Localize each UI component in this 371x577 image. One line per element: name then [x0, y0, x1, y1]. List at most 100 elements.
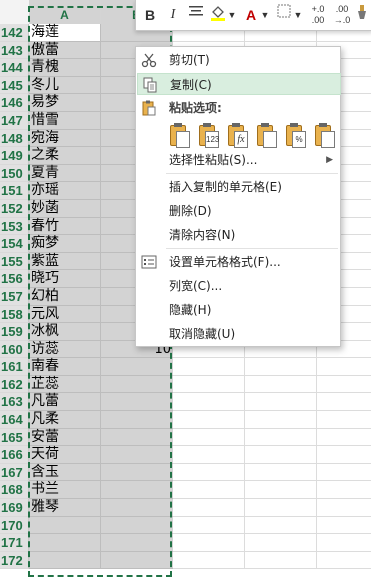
menu-item-clear-contents[interactable]: 清除内容(N) [137, 224, 341, 246]
row-header[interactable]: 158 [0, 305, 29, 324]
cell-c[interactable] [173, 375, 245, 394]
cell-b[interactable] [101, 481, 173, 500]
cell-e[interactable] [317, 376, 371, 394]
cell-c[interactable] [173, 516, 245, 535]
row-header[interactable]: 159 [0, 323, 29, 341]
cell-d[interactable] [245, 499, 317, 517]
menu-item-hide[interactable]: 隐藏(H) [137, 299, 341, 321]
italic-button[interactable]: I [165, 4, 181, 26]
cell-e[interactable] [317, 534, 371, 552]
row-header[interactable]: 156 [0, 270, 29, 288]
cell-a[interactable]: 晓巧 [29, 270, 101, 288]
row-header[interactable]: 161 [0, 358, 29, 376]
paste-formatting-icon[interactable]: % [284, 123, 308, 151]
cell-d[interactable] [245, 393, 317, 412]
cell-d[interactable] [245, 428, 317, 447]
menu-item-copy[interactable]: 复制(C) [137, 73, 341, 95]
cell-d[interactable] [245, 534, 317, 552]
row-header[interactable]: 155 [0, 252, 29, 271]
cell-b[interactable] [101, 446, 173, 464]
cell-a[interactable]: 书兰 [29, 481, 101, 500]
cell-a[interactable]: 宛海 [29, 129, 101, 148]
row-header[interactable]: 170 [0, 516, 29, 535]
cell-d[interactable] [245, 411, 317, 429]
align-center-icon[interactable] [187, 4, 205, 26]
cell-a[interactable]: 冰枫 [29, 323, 101, 341]
cell-b[interactable] [101, 393, 173, 412]
cell-d[interactable] [245, 375, 317, 394]
row-header[interactable]: 165 [0, 428, 29, 447]
cell-a[interactable]: 痴梦 [29, 235, 101, 253]
cell-c[interactable] [173, 551, 245, 570]
cell-a[interactable]: 夏青 [29, 164, 101, 183]
cell-a[interactable]: 访蕊 [29, 340, 101, 359]
cell-c[interactable] [173, 481, 245, 500]
row-header[interactable]: 167 [0, 463, 29, 482]
decrease-decimal-icon[interactable]: .00 →.0 [332, 4, 352, 26]
row-header[interactable]: 154 [0, 235, 29, 253]
cell-a[interactable]: 雅琴 [29, 499, 101, 517]
paste-formulas-icon[interactable]: fx [226, 123, 250, 151]
fill-color-icon[interactable] [209, 4, 227, 26]
menu-item-unhide[interactable]: 取消隐藏(U) [137, 323, 341, 345]
row-header[interactable]: 157 [0, 287, 29, 306]
cell-a[interactable]: 傲蕾 [29, 41, 101, 60]
cell-c[interactable] [173, 463, 245, 482]
cell-a[interactable]: 幻柏 [29, 287, 101, 306]
cell-c[interactable] [173, 534, 245, 552]
cell-a[interactable]: 元风 [29, 305, 101, 324]
row-header[interactable]: 163 [0, 393, 29, 412]
cell-d[interactable] [245, 516, 317, 535]
cell-a[interactable]: 惜雪 [29, 111, 101, 130]
cell-e[interactable] [317, 446, 371, 464]
paste-values-icon[interactable]: 123 [197, 123, 221, 151]
cell-a[interactable] [29, 534, 101, 552]
menu-item-delete[interactable]: 删除(D) [137, 200, 341, 222]
row-header[interactable]: 169 [0, 499, 29, 517]
menu-item-insert-copied-cells[interactable]: 插入复制的单元格(E) [137, 176, 341, 198]
font-color-dropdown-icon[interactable]: ▼ [260, 4, 270, 26]
cell-c[interactable] [173, 428, 245, 447]
row-header[interactable]: 162 [0, 375, 29, 394]
cell-a[interactable]: 亦瑶 [29, 182, 101, 200]
cell-c[interactable] [173, 446, 245, 464]
cell-d[interactable] [245, 463, 317, 482]
cell-a[interactable]: 易梦 [29, 94, 101, 112]
row-header[interactable]: 164 [0, 411, 29, 429]
row-header[interactable]: 148 [0, 129, 29, 148]
cell-b[interactable] [101, 499, 173, 517]
cell-a[interactable]: 海莲 [29, 24, 101, 42]
cell-a[interactable]: 冬儿 [29, 76, 101, 95]
row-header[interactable]: 153 [0, 217, 29, 236]
cell-e[interactable] [317, 464, 371, 482]
row-header[interactable]: 168 [0, 481, 29, 500]
cell-d[interactable] [245, 481, 317, 500]
cell-a[interactable]: 凡柔 [29, 411, 101, 429]
cell-d[interactable] [245, 358, 317, 376]
row-header[interactable]: 143 [0, 41, 29, 60]
paste-default-icon[interactable] [168, 123, 192, 151]
row-header[interactable]: 142 [0, 24, 29, 42]
select-all-corner[interactable] [0, 0, 30, 24]
cell-a[interactable]: 之柔 [29, 147, 101, 165]
cell-b[interactable] [101, 534, 173, 552]
borders-icon[interactable] [275, 4, 293, 26]
format-painter-icon[interactable] [354, 4, 370, 26]
cell-b[interactable] [101, 463, 173, 482]
column-header-a[interactable]: A [29, 0, 101, 24]
cell-a[interactable]: 安蕾 [29, 428, 101, 447]
cell-b[interactable] [101, 411, 173, 429]
row-header[interactable]: 145 [0, 76, 29, 95]
menu-item-format-cells[interactable]: 设置单元格格式(F)... [137, 251, 341, 273]
cell-a[interactable]: 妙菡 [29, 199, 101, 218]
row-header[interactable]: 166 [0, 446, 29, 464]
cell-b[interactable] [101, 516, 173, 535]
cell-e[interactable] [317, 481, 371, 500]
cell-c[interactable] [173, 499, 245, 517]
cell-e[interactable] [317, 552, 371, 570]
increase-decimal-icon[interactable]: +.0 .00 [308, 4, 328, 26]
cell-a[interactable]: 紫蓝 [29, 252, 101, 271]
borders-dropdown-icon[interactable]: ▼ [293, 4, 303, 26]
paste-link-icon[interactable] [313, 123, 337, 151]
cell-b[interactable] [101, 551, 173, 570]
